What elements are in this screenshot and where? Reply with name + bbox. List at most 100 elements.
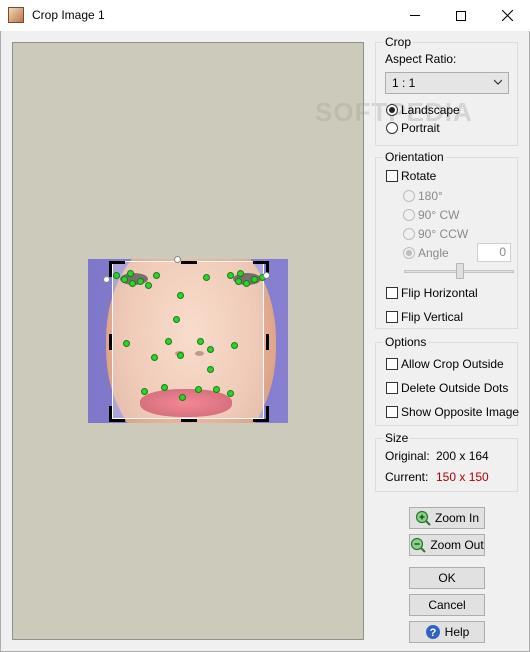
zoom-out-icon [411,537,427,553]
landmark-dot[interactable] [204,275,209,280]
landmark-dot[interactable] [122,277,127,282]
landmark-dot[interactable] [178,353,183,358]
zoom-out-label: Zoom Out [430,538,484,552]
title-bar: Crop Image 1 [0,0,530,31]
crop-handle-top[interactable] [181,261,197,264]
zoom-out-button[interactable]: Zoom Out [409,534,485,556]
crop-handle-left[interactable] [109,334,112,350]
ok-label: OK [438,571,456,585]
chevron-down-icon [494,79,502,85]
current-size-value: 150 x 150 [436,470,489,484]
landmark-dot[interactable] [138,279,143,284]
portrait-radio[interactable] [386,122,398,134]
crop-region[interactable] [112,261,264,419]
allow-crop-outside-checkbox[interactable] [386,358,398,370]
angle-radio[interactable] [403,247,415,259]
landmark-dot[interactable] [114,273,119,278]
image-preview[interactable] [88,259,288,423]
landmark-dot[interactable] [166,339,171,344]
landmark-dot[interactable] [214,387,219,392]
rotate-90ccw-label: 90° CCW [418,227,469,241]
rotate-90cw-label: 90° CW [418,208,460,222]
help-button[interactable]: ? Help [409,621,485,643]
size-group-title: Size [383,431,411,445]
landmark-dot[interactable] [252,277,257,282]
landmark-dot[interactable] [142,389,147,394]
window-title: Crop Image 1 [32,8,105,22]
app-icon [8,7,24,23]
crop-handle-right[interactable] [266,334,269,350]
landmark-dot[interactable] [152,355,157,360]
aspect-ratio-value: 1 : 1 [392,76,416,90]
rotate-handle[interactable] [263,272,270,279]
svg-text:?: ? [429,627,436,639]
zoom-in-label: Zoom In [434,511,479,525]
orientation-group-title: Orientation [383,150,446,164]
angle-label: Angle [418,246,449,260]
landmark-dot[interactable] [154,273,159,278]
landmark-dot[interactable] [238,271,243,276]
landmark-dot[interactable] [146,283,151,288]
original-size-value: 200 x 164 [436,449,489,463]
landmark-dot[interactable] [208,367,213,372]
close-icon [501,10,513,21]
delete-outside-dots-checkbox[interactable] [386,382,398,394]
rotate-checkbox[interactable] [386,170,398,182]
help-icon: ? [425,625,440,639]
landmark-dot[interactable] [232,343,237,348]
flip-vertical-checkbox[interactable] [386,311,398,323]
landmark-dot[interactable] [124,341,129,346]
current-size-label: Current: [385,470,429,484]
maximize-button[interactable] [438,0,484,31]
rotate-handle[interactable] [103,276,110,283]
zoom-in-icon [415,510,431,526]
landmark-dot[interactable] [180,395,185,400]
ok-button[interactable]: OK [409,567,485,589]
landmark-dot[interactable] [174,317,179,322]
rotate-label[interactable]: Rotate [401,169,436,183]
original-size-label: Original: [385,449,430,463]
aspect-ratio-select[interactable]: 1 : 1 [385,72,509,94]
angle-slider-thumb[interactable] [456,263,464,279]
angle-input[interactable]: 0 [477,243,511,262]
cancel-button[interactable]: Cancel [409,594,485,616]
landmark-dot[interactable] [196,387,201,392]
options-group-title: Options [383,335,429,349]
flip-horizontal-checkbox[interactable] [386,287,398,299]
flip-horizontal-label[interactable]: Flip Horizontal [401,286,478,300]
show-opposite-image-checkbox[interactable] [386,406,398,418]
landscape-label[interactable]: Landscape [401,103,460,117]
crop-handle-bottom[interactable] [181,419,197,422]
landscape-radio[interactable] [386,104,398,116]
landmark-dot[interactable] [130,281,135,286]
aspect-ratio-label: Aspect Ratio: [385,52,457,66]
landmark-dot[interactable] [208,347,213,352]
landmark-dot[interactable] [228,273,233,278]
image-canvas[interactable] [12,42,364,640]
show-opposite-image-label[interactable]: Show Opposite Image [401,405,519,419]
rotate-90ccw-radio[interactable] [403,228,415,240]
portrait-label[interactable]: Portrait [401,121,440,135]
delete-outside-dots-label[interactable]: Delete Outside Dots [401,381,508,395]
landmark-dot[interactable] [128,271,133,276]
landmark-dot[interactable] [228,391,233,396]
cancel-label: Cancel [428,598,466,612]
help-label: Help [444,625,470,639]
rotate-180-radio[interactable] [403,190,415,202]
rotate-90cw-radio[interactable] [403,209,415,221]
landmark-dot[interactable] [178,293,183,298]
rotate-handle[interactable] [174,256,181,263]
landmark-dot[interactable] [162,385,167,390]
maximize-icon [456,10,466,21]
flip-vertical-label[interactable]: Flip Vertical [401,310,463,324]
landmark-dot[interactable] [198,339,203,344]
rotate-180-label: 180° [418,189,443,203]
landmark-dot[interactable] [236,279,241,284]
zoom-in-button[interactable]: Zoom In [409,507,485,529]
minimize-icon [410,15,420,16]
allow-crop-outside-label[interactable]: Allow Crop Outside [401,357,504,371]
landmark-dot[interactable] [244,281,249,286]
minimize-button[interactable] [392,0,438,31]
close-button[interactable] [484,0,530,31]
crop-group-title: Crop [383,35,414,49]
